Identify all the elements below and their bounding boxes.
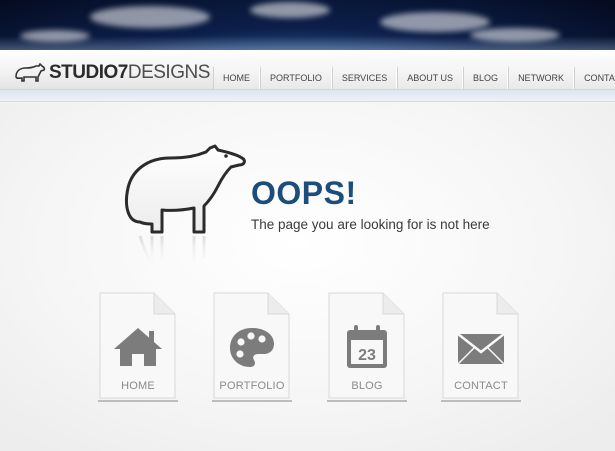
card-home[interactable]: HOME xyxy=(98,290,178,402)
card-blog[interactable]: 23 BLOG xyxy=(327,290,407,402)
main-nav: HOME PORTFOLIO SERVICES ABOUT US BLOG NE… xyxy=(213,67,615,89)
error-title: OOPS! xyxy=(251,175,357,211)
header-subbar xyxy=(0,90,615,102)
palette-icon xyxy=(230,328,274,367)
card-blog-label: BLOG xyxy=(351,380,383,392)
card-contact[interactable]: CONTACT xyxy=(441,290,521,402)
nav-home[interactable]: HOME xyxy=(213,67,260,89)
logo-text-bold: STUDIO7 xyxy=(49,62,128,83)
card-home-label: HOME xyxy=(121,380,155,392)
earth-banner xyxy=(0,0,615,50)
calendar-day: 23 xyxy=(358,347,376,364)
card-contact-label: CONTACT xyxy=(454,380,508,392)
nav-services[interactable]: SERVICES xyxy=(331,67,398,89)
house-icon xyxy=(114,328,162,366)
nav-contact[interactable]: CONTACT xyxy=(574,67,615,89)
nav-blog[interactable]: BLOG xyxy=(463,67,509,89)
error-message: The page you are looking for is not here xyxy=(251,217,490,232)
bear-logo-icon xyxy=(15,63,46,82)
site-logo[interactable]: STUDIO7DESIGNS xyxy=(14,61,210,85)
card-portfolio-label: PORTFOLIO xyxy=(219,380,285,392)
calendar-icon: 23 xyxy=(347,325,387,368)
nav-network[interactable]: NETWORK xyxy=(508,67,575,89)
nav-portfolio[interactable]: PORTFOLIO xyxy=(260,67,332,89)
envelope-icon xyxy=(457,333,505,365)
nav-about-us[interactable]: ABOUT US xyxy=(397,67,464,89)
card-portfolio[interactable]: PORTFOLIO xyxy=(212,290,292,402)
quick-links: HOME PORTFOLIO 23 BLOG CONTACT xyxy=(0,290,615,410)
polar-bear-illustration xyxy=(125,144,246,271)
logo-text-light: DESIGNS xyxy=(127,62,211,83)
